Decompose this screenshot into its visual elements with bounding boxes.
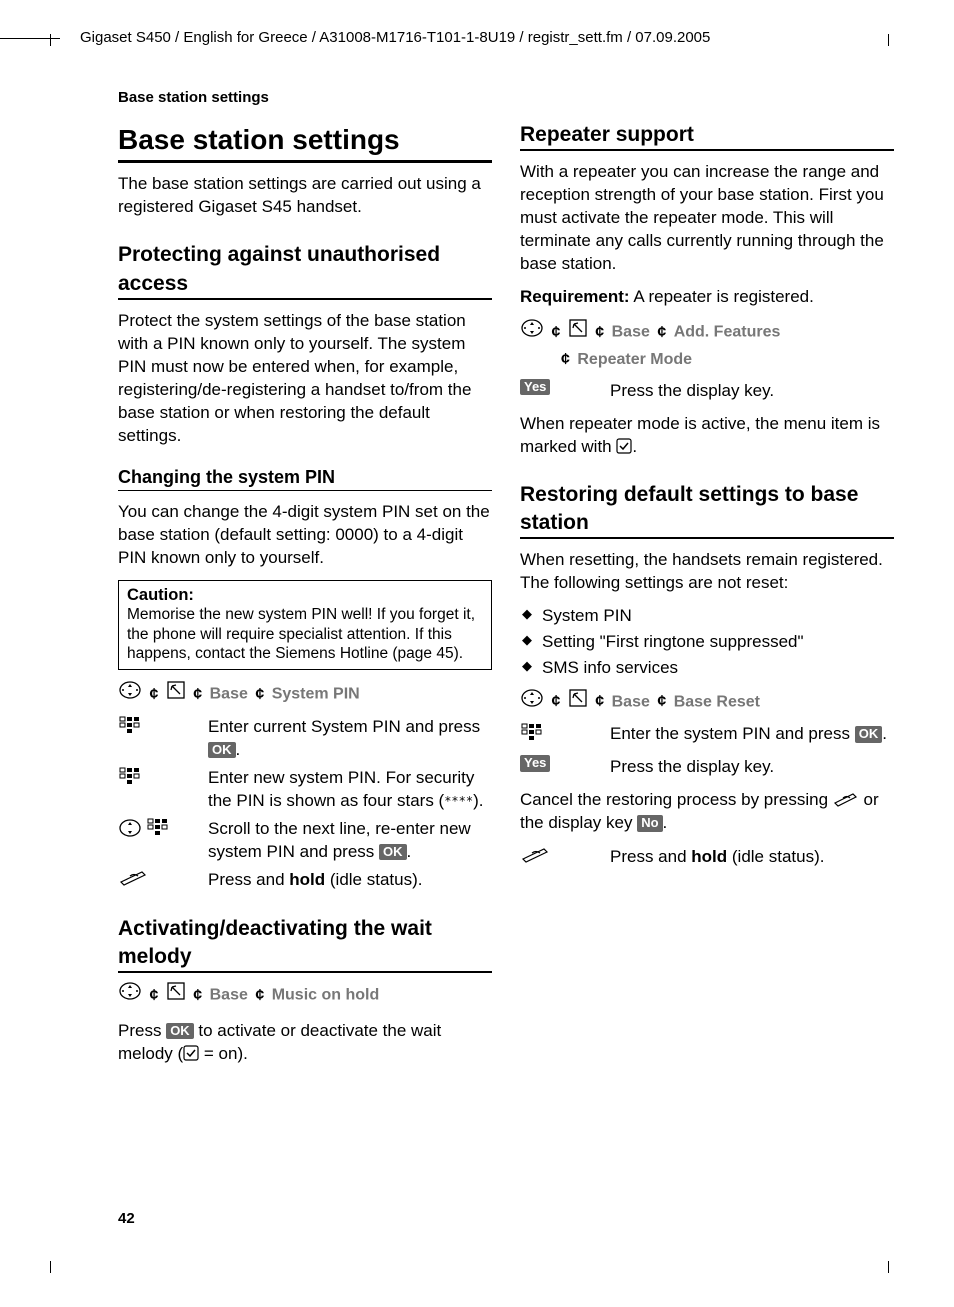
menu-path-repeater: ¢ ¢ Base ¢ Add. Features ¢ Repeater Mode (520, 318, 894, 372)
page-number: 42 (118, 1209, 135, 1229)
step-text: Press the display key. (610, 379, 894, 403)
step-text-post: (idle status). (325, 870, 422, 889)
restore-body: When resetting, the handsets remain regi… (520, 549, 894, 595)
step-text-pre: Press and (208, 870, 289, 889)
list-item: SMS info services (520, 657, 894, 680)
left-column: Base station settings The base station s… (118, 117, 492, 1076)
list-item: System PIN (520, 605, 894, 628)
menu-label-base: Base (210, 686, 248, 703)
keypad-icon (520, 722, 544, 751)
caution-title: Caution: (127, 585, 483, 606)
repeater-body: With a repeater you can increase the ran… (520, 161, 894, 276)
change-pin-body: You can change the 4-digit system PIN se… (118, 501, 492, 570)
section-restore-defaults: Restoring default settings to base stati… (520, 481, 894, 540)
nav-key-icon (118, 680, 142, 709)
text-fragment: When repeater mode is active, the menu i… (520, 414, 880, 456)
running-head: Base station settings (118, 88, 894, 108)
ok-key: OK (166, 1023, 194, 1039)
stars-icon: **** (444, 794, 473, 808)
text-fragment: . (632, 437, 637, 456)
keypad-icon (118, 766, 142, 795)
intro-paragraph: The base station settings are carried ou… (118, 173, 492, 219)
menu-label-base: Base (210, 987, 248, 1004)
menu-label-repeater-mode: Repeater Mode (577, 351, 692, 368)
settings-menu-icon (166, 680, 186, 709)
keypad-icon (118, 715, 142, 744)
step-yes-repeater: Yes Press the display key. (520, 379, 894, 403)
step-text-end: ). (473, 791, 483, 810)
ok-key: OK (208, 742, 236, 758)
hangup-key-icon (833, 789, 859, 812)
menu-label-music: Music on hold (272, 987, 380, 1004)
menu-label-base: Base (612, 324, 650, 341)
step-text: Press the display key. (610, 755, 894, 779)
text-fragment: Cancel the restoring process by pressing (520, 790, 833, 809)
yes-key: Yes (520, 755, 550, 771)
settings-menu-icon (166, 981, 186, 1010)
ok-key: OK (379, 844, 407, 860)
menu-label-system-pin: System PIN (272, 686, 360, 703)
section-protecting: Protecting against unauthorised access (118, 241, 492, 300)
hangup-key-icon (118, 868, 148, 893)
step-press-hold: Press and hold (idle status). (118, 868, 492, 893)
requirement-label: Requirement: (520, 287, 630, 306)
section-repeater: Repeater support (520, 121, 894, 151)
step-text: Enter new system PIN. For security the P… (208, 768, 474, 810)
menu-path-base-reset: ¢ ¢ Base ¢ Base Reset (520, 688, 894, 717)
step-text: Enter the system PIN and press (610, 724, 855, 743)
text-fragment: = on). (199, 1044, 248, 1063)
hold-word: hold (289, 870, 325, 889)
repeater-marked-paragraph: When repeater mode is active, the menu i… (520, 413, 894, 459)
step-scroll-reenter: Scroll to the next line, re-enter new sy… (118, 817, 492, 864)
protecting-body: Protect the system settings of the base … (118, 310, 492, 448)
no-key: No (637, 815, 662, 831)
subsection-change-pin: Changing the system PIN (118, 465, 492, 490)
step-enter-pin-reset: Enter the system PIN and press OK. (520, 722, 894, 751)
right-column: Repeater support With a repeater you can… (520, 117, 894, 1076)
menu-path-system-pin: ¢ ¢ Base ¢ System PIN (118, 680, 492, 709)
keypad-icon (146, 817, 170, 846)
step-enter-new-pin: Enter new system PIN. For security the P… (118, 766, 492, 813)
step-text: Scroll to the next line, re-enter new sy… (208, 819, 471, 861)
step-press-hold-reset: Press and hold (idle status). (520, 845, 894, 870)
text-fragment: . (663, 813, 668, 832)
section-wait-melody: Activating/deactivating the wait melody (118, 915, 492, 974)
caution-box: Caution: Memorise the new system PIN wel… (118, 580, 492, 671)
menu-label-add-features: Add. Features (674, 324, 781, 341)
caution-body: Memorise the new system PIN well! If you… (127, 605, 483, 663)
menu-label-base: Base (612, 693, 650, 710)
requirement-line: Requirement: A repeater is registered. (520, 286, 894, 309)
step-text-pre: Press and (610, 847, 691, 866)
nav-key-icon (118, 818, 142, 845)
not-reset-list: System PIN Setting "First ringtone suppr… (520, 605, 894, 680)
checkbox-icon (183, 1043, 199, 1066)
step-enter-current-pin: Enter current System PIN and press OK. (118, 715, 492, 762)
page-title: Base station settings (118, 121, 492, 164)
settings-menu-icon (568, 318, 588, 347)
hold-word: hold (691, 847, 727, 866)
step-text-post: (idle status). (727, 847, 824, 866)
menu-label-base-reset: Base Reset (674, 693, 760, 710)
step-yes-reset: Yes Press the display key. (520, 755, 894, 779)
requirement-text: A repeater is registered. (630, 287, 814, 306)
nav-key-icon (520, 688, 544, 717)
checkbox-icon (616, 436, 632, 459)
nav-key-icon (118, 981, 142, 1010)
settings-menu-icon (568, 688, 588, 717)
hangup-key-icon (520, 845, 550, 870)
nav-key-icon (520, 318, 544, 347)
doc-header: Gigaset S450 / English for Greece / A310… (80, 28, 894, 48)
cancel-restore-paragraph: Cancel the restoring process by pressing… (520, 789, 894, 835)
list-item: Setting "First ringtone suppressed" (520, 631, 894, 654)
ok-key: OK (855, 726, 883, 742)
step-text: Enter current System PIN and press (208, 717, 480, 736)
menu-path-music-on-hold: ¢ ¢ Base ¢ Music on hold (118, 981, 492, 1010)
wait-melody-body: Press OK to activate or deactivate the w… (118, 1020, 492, 1066)
yes-key: Yes (520, 379, 550, 395)
text-fragment: Press (118, 1021, 166, 1040)
